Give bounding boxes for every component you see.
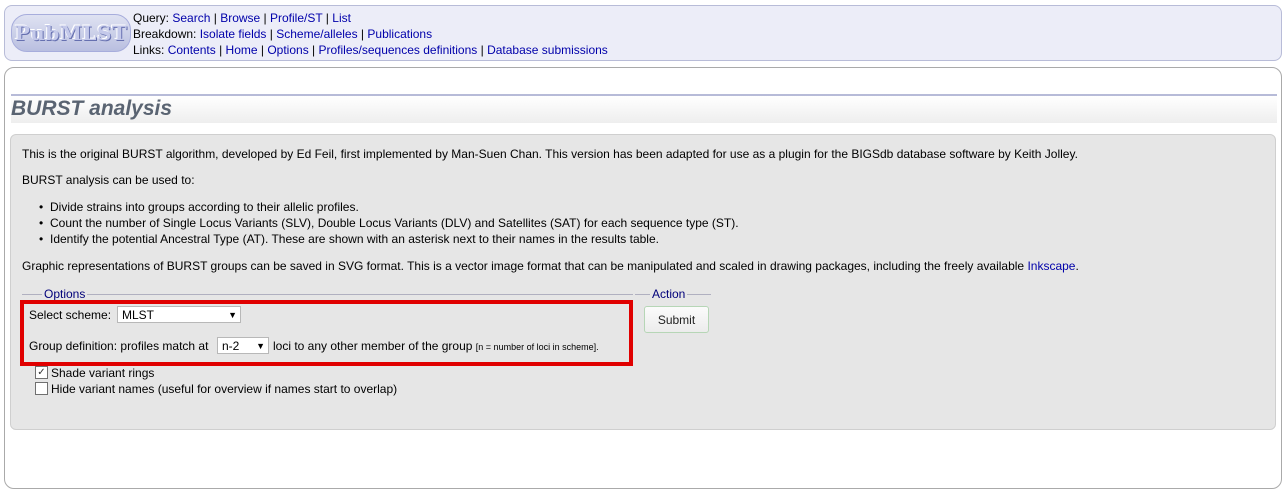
shade-checkbox[interactable]: ✓ <box>35 366 48 379</box>
link-scheme-alleles[interactable]: Scheme/alleles <box>276 27 357 41</box>
link-profiles-definitions[interactable]: Profiles/sequences definitions <box>319 43 478 57</box>
options-legend: Options <box>42 287 88 301</box>
action-legend: Action <box>650 287 688 301</box>
inkscape-link[interactable]: Inkscape <box>1027 259 1075 273</box>
usage-text: BURST analysis can be used to: <box>22 173 195 187</box>
link-browse[interactable]: Browse <box>220 11 260 25</box>
page-title: BURST analysis <box>11 97 173 120</box>
shade-label: Shade variant rings <box>51 366 155 380</box>
plugin-panel: This is the original BURST algorithm, de… <box>10 134 1276 430</box>
link-search[interactable]: Search <box>172 11 210 25</box>
submit-button[interactable]: Submit <box>644 306 709 333</box>
link-database-submissions[interactable]: Database submissions <box>487 43 608 57</box>
link-options[interactable]: Options <box>267 43 308 57</box>
title-bar: BURST analysis <box>11 94 1277 123</box>
hide-names-checkbox[interactable] <box>35 382 48 395</box>
bullet-item: Count the number of Single Locus Variant… <box>39 216 739 230</box>
graphic-text: Graphic representations of BURST groups … <box>22 259 1079 273</box>
link-publications[interactable]: Publications <box>367 27 432 41</box>
pubmlst-logo[interactable]: PubMLST <box>11 14 131 52</box>
links-label: Links: <box>133 43 165 57</box>
links-menu: Links: Contents | Home | Options | Profi… <box>133 43 608 57</box>
intro-text: This is the original BURST algorithm, de… <box>22 147 1078 161</box>
link-isolate-fields[interactable]: Isolate fields <box>200 27 267 41</box>
query-label: Query: <box>133 11 170 25</box>
bullet-item: Divide strains into groups according to … <box>39 200 359 214</box>
header-bar: PubMLST Query: Search | Browse | Profile… <box>4 5 1282 61</box>
link-list[interactable]: List <box>332 11 351 25</box>
link-profile-st[interactable]: Profile/ST <box>270 11 322 25</box>
options-highlight-box <box>20 300 633 366</box>
link-home[interactable]: Home <box>226 43 258 57</box>
main-content: BURST analysis This is the original BURS… <box>4 67 1282 489</box>
breakdown-label: Breakdown: <box>133 27 197 41</box>
link-contents[interactable]: Contents <box>168 43 216 57</box>
query-menu: Query: Search | Browse | Profile/ST | Li… <box>133 11 351 25</box>
hide-names-label: Hide variant names (useful for overview … <box>51 382 398 396</box>
breakdown-menu: Breakdown: Isolate fields | Scheme/allel… <box>133 27 433 41</box>
bullet-item: Identify the potential Ancestral Type (A… <box>39 232 659 246</box>
